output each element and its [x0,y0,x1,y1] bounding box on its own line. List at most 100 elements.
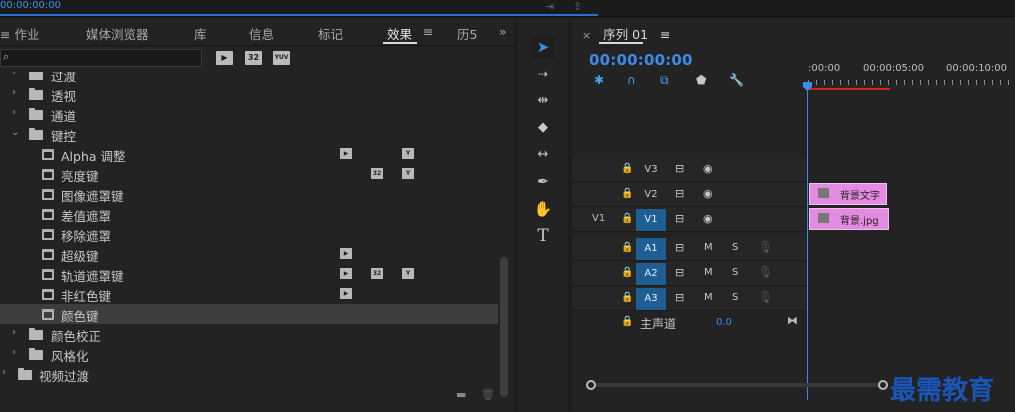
track-name[interactable]: V2 [636,184,666,206]
ripple-edit-tool-icon[interactable]: ⇹ [532,90,554,112]
track-name[interactable]: A3 [636,288,666,310]
tab-history[interactable]: 历5 [457,24,477,43]
tab-effects[interactable]: 效果 [387,24,412,43]
add-marker-icon[interactable]: ⬟ [696,73,706,87]
tree-effect-alpha-adjust[interactable]: Alpha 调整 ▶ Y [0,144,498,164]
type-tool-icon[interactable]: T [532,225,554,247]
track-name[interactable]: V1 [636,209,666,231]
eye-icon[interactable]: ◉ [703,162,713,175]
tree-folder-channel[interactable]: › 通道 [0,104,498,124]
hand-tool-icon[interactable]: ✋ [532,198,554,220]
mic-icon[interactable]: 🎙 [758,240,773,254]
tree-effect-color-key[interactable]: 颜色键 [0,304,498,324]
track-a3[interactable]: 🔒 A3 ⊟ M S 🎙 [572,287,1015,311]
track-name[interactable]: A2 [636,263,666,285]
slip-tool-icon[interactable]: ↔ [532,144,554,166]
mute-button[interactable]: M [704,267,713,278]
clip-background-jpg[interactable]: 背景.jpg [809,208,889,230]
pen-tool-icon[interactable]: ✒ [532,171,554,193]
tree-folder-transition[interactable]: › 过渡 [0,72,498,84]
chevron-right-icon[interactable]: › [12,327,16,338]
chevron-right-icon[interactable]: › [12,347,16,358]
scrollbar-thumb[interactable] [500,257,508,397]
lock-icon[interactable]: 🔒 [621,292,633,303]
tab-info[interactable]: 信息 [249,24,274,43]
tab-menu-icon[interactable]: ≡ [423,24,433,39]
tree-effect-track-matte-key[interactable]: 轨道遮罩键 ▶ 32 Y [0,264,498,284]
source-scrub-bar[interactable] [0,14,598,16]
track-name[interactable]: V3 [636,159,666,181]
lock-icon[interactable]: 🔒 [621,316,633,327]
tree-effect-non-red-key[interactable]: 非红色键 ▶ [0,284,498,304]
selection-tool-icon[interactable]: ➤ [532,36,554,58]
clip-background-text[interactable]: 背景文字 [809,183,887,205]
sync-lock-icon[interactable]: ⊟ [675,291,684,304]
chevron-down-icon[interactable]: ⌄ [11,127,19,138]
mute-button[interactable]: M [704,292,713,303]
zoom-scroll-track[interactable] [592,383,882,387]
tab-workspaces[interactable]: ≡ 作业 [0,24,39,43]
lock-icon[interactable]: 🔒 [621,188,633,199]
tree-effect-luma-key[interactable]: 亮度键 32 Y [0,164,498,184]
chevron-right-icon[interactable]: › [12,87,16,98]
sync-lock-icon[interactable]: ⊟ [675,162,684,175]
accelerated-effects-filter-icon[interactable]: ▶ [216,51,233,65]
nest-icon[interactable]: ✱ [594,73,604,87]
mute-button[interactable]: M [704,242,713,253]
yuv-filter-icon[interactable]: YUV [273,51,290,65]
track-v2[interactable]: 🔒 V2 ⊟ ◉ [572,183,1015,207]
zoom-handle-left[interactable] [586,380,596,390]
tree-effect-difference-matte[interactable]: 差值遮罩 [0,204,498,224]
razor-tool-icon[interactable]: ◆ [532,117,554,139]
tabs-overflow-icon[interactable]: » [499,24,507,39]
tree-folder-color-correction[interactable]: › 颜色校正 [0,324,498,344]
tree-folder-keying[interactable]: ⌄ 键控 [0,124,498,144]
tree-folder-perspective[interactable]: › 透视 [0,84,498,104]
solo-button[interactable]: S [732,242,738,253]
solo-button[interactable]: S [732,292,738,303]
playhead-timecode[interactable]: 00:00:00:00 [589,51,693,69]
tree-effect-image-matte-key[interactable]: 图像遮罩键 [0,184,498,204]
mic-icon[interactable]: 🎙 [758,265,773,279]
track-a2[interactable]: 🔒 A2 ⊟ M S 🎙 [572,262,1015,286]
sync-lock-icon[interactable]: ⊟ [675,266,684,279]
track-v3[interactable]: 🔒 V3 ⊟ ◉ [572,158,1015,182]
master-volume[interactable]: 0.0 [716,317,732,328]
lock-icon[interactable]: 🔒 [621,242,633,253]
lock-icon[interactable]: 🔒 [621,267,633,278]
timeline-zoom-scrollbar[interactable] [586,380,888,390]
tab-media-browser[interactable]: 媒体浏览器 [86,24,149,43]
effects-search-input[interactable]: ⌕ [0,49,202,67]
trash-icon[interactable]: 🗑 [481,388,495,401]
new-folder-icon[interactable]: ▬ [456,388,466,401]
close-icon[interactable]: × [582,29,591,42]
wrench-icon[interactable]: 🔧 [729,73,744,87]
export-frame-icon[interactable]: ⇪ [573,0,582,13]
tree-folder-video-transitions[interactable]: › 视频过渡 [0,364,498,384]
chevron-right-icon[interactable]: › [2,367,6,378]
chevron-right-icon[interactable]: › [12,107,16,118]
sync-lock-icon[interactable]: ⊟ [675,241,684,254]
sequence-menu-icon[interactable]: ≡ [660,27,670,42]
track-a1[interactable]: 🔒 A1 ⊟ M S 🎙 [572,237,1015,261]
sequence-tab[interactable]: × 序列 01 ≡ [582,24,670,43]
tree-effect-ultra-key[interactable]: 超级键 ▶ [0,244,498,264]
tree-folder-stylize[interactable]: › 风格化 [0,344,498,364]
source-patch[interactable]: V1 [592,213,605,224]
32bit-filter-icon[interactable]: 32 [245,51,262,65]
sync-lock-icon[interactable]: ⊟ [675,212,684,225]
time-ruler[interactable]: :00:00 00:00:05:00 00:00:10:00 [808,58,1015,98]
eye-icon[interactable]: ◉ [703,212,713,225]
tree-effect-remove-matte[interactable]: 移除遮罩 [0,224,498,244]
effects-scrollbar[interactable] [498,72,510,402]
linked-selection-icon[interactable]: ⧉ [660,73,669,88]
eye-icon[interactable]: ◉ [703,187,713,200]
go-to-end-icon[interactable]: ⧓ [787,314,798,327]
lock-icon[interactable]: 🔒 [621,213,633,224]
track-v1[interactable]: V1 🔒 V1 ⊟ ◉ [572,208,1015,232]
track-select-tool-icon[interactable]: ⇢ [532,63,554,85]
insert-icon[interactable]: ⇥ [545,0,554,13]
playhead-line[interactable] [807,90,808,400]
solo-button[interactable]: S [732,267,738,278]
sync-lock-icon[interactable]: ⊟ [675,187,684,200]
